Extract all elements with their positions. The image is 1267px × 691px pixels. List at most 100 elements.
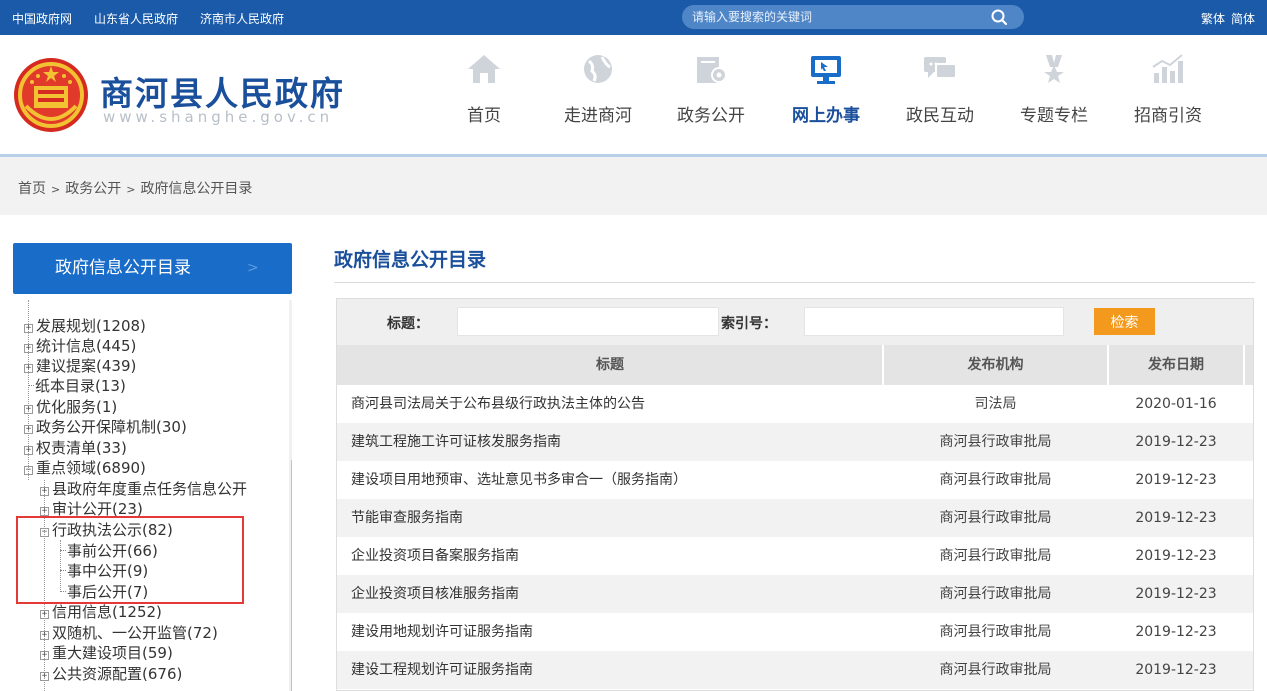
expand-icon[interactable]: + [40,610,49,619]
nav-gov-affairs[interactable]: 政务公开 [661,53,761,143]
nav-interaction[interactable]: 政民互动 [890,53,990,143]
row-date: 2019-12-23 [1135,586,1217,602]
traditional-chinese-link[interactable]: 繁体 [1201,10,1225,27]
table-row[interactable]: 企业投资项目备案服务指南 商河县行政审批局 2019-12-23 [337,537,1253,575]
row-date: 2020-01-16 [1135,396,1217,412]
table-row[interactable]: 企业投资项目核准服务指南 商河县行政审批局 2019-12-23 [337,575,1253,613]
tree-item[interactable]: + 政务公开保障机制(30) [24,417,187,437]
nav-label: 网上办事 [792,106,860,126]
search-input[interactable] [692,8,982,26]
row-title[interactable]: 节能审查服务指南 [351,499,881,537]
tree-item[interactable]: + 优化服务(1) [24,397,117,417]
column-divider [1243,345,1245,385]
national-emblem-icon [14,58,88,132]
nav-home[interactable]: 首页 [434,53,534,143]
row-title[interactable]: 建设用地规划许可证服务指南 [351,613,881,651]
breadcrumb-gov-affairs[interactable]: 政务公开 [65,181,121,197]
nav-special-topics[interactable]: 专题专栏 [1004,53,1104,143]
table-header: 标题 发布机构 发布日期 [337,345,1253,385]
row-title[interactable]: 建设项目用地预审、选址意见书多审合一（服务指南） [351,461,881,499]
expand-icon[interactable]: + [40,631,49,640]
row-title[interactable]: 建设工程规划许可证服务指南 [351,651,881,689]
column-publisher[interactable]: 发布机构 [884,345,1107,385]
expand-icon[interactable]: + [40,651,49,660]
nav-label: 专题专栏 [1020,106,1088,126]
row-title[interactable]: 商河县司法局关于公布县级行政执法主体的公告 [351,385,881,423]
nav-investment[interactable]: 招商引资 [1118,53,1218,143]
expand-icon[interactable]: + [24,344,33,353]
index-filter-label: 索引号： [721,316,777,332]
chat-icon [924,57,957,79]
tree-item[interactable]: 纸本目录(13) [28,376,126,396]
expand-icon[interactable]: + [40,672,49,681]
home-icon [468,55,500,83]
column-title[interactable]: 标题 [337,345,883,385]
breadcrumb-separator: > [126,183,136,196]
medal-icon [1044,55,1064,83]
row-date: 2019-12-23 [1135,624,1217,640]
tree-item[interactable]: − 重点领域(6890) [24,458,146,478]
expand-icon[interactable]: + [24,405,33,414]
sidebar-heading[interactable]: 政府信息公开目录 > [13,243,292,294]
title-filter-input[interactable] [457,307,719,336]
category-tree: ┈┈┈┈┈┈┈┈┈┈ +发展规划(1208) +统计信息(445) +建议提案(… [13,300,292,691]
nav-label: 政民互动 [906,106,974,126]
index-filter-input[interactable] [804,307,1064,336]
nav-online-services[interactable]: 网上办事 [776,53,876,143]
scroll-up-icon[interactable]: ▲ [289,306,292,318]
highlight-box [16,516,244,604]
row-title[interactable]: 建筑工程施工许可证核发服务指南 [351,423,881,461]
breadcrumb-catalog[interactable]: 政府信息公开目录 [140,181,252,197]
chart-up-icon [1152,54,1183,83]
table-row[interactable]: 建设用地规划许可证服务指南 商河县行政审批局 2019-12-23 [337,613,1253,651]
globe-icon [584,55,612,83]
title-filter-label: 标题： [387,316,429,332]
row-publisher: 商河县行政审批局 [939,662,1052,678]
breadcrumb-band: 首页 > 政务公开 > 政府信息公开目录 [0,157,1267,215]
nav-about-shanghe[interactable]: 走进商河 [548,53,648,143]
expand-icon[interactable]: + [24,425,33,434]
expand-icon[interactable]: + [40,487,49,496]
row-publisher: 商河县行政审批局 [939,472,1052,488]
page-title: 政府信息公开目录 [334,249,487,271]
tree-item[interactable]: + 权责清单(33) [24,438,127,458]
collapse-icon[interactable]: − [24,466,33,475]
link-central-gov[interactable]: 中国政府网 [12,10,72,27]
expand-icon[interactable]: + [24,446,33,455]
tree-item[interactable]: + 统计信息(445) [24,336,136,356]
row-title[interactable]: 企业投资项目核准服务指南 [351,575,881,613]
tree-scroll-thumb[interactable] [291,460,292,691]
tree-item[interactable]: + 县政府年度重点任务信息公开 [40,479,247,499]
tree-item[interactable]: + 发展规划(1208) [24,316,146,336]
tree-item-partial: ┈┈┈┈┈┈┈┈ [40,685,112,691]
breadcrumb-home[interactable]: 首页 [18,181,46,197]
tree-item[interactable]: + 建议提案(439) [24,356,136,376]
column-date[interactable]: 发布日期 [1109,345,1243,385]
tree-item[interactable]: + 双随机、一公开监管(72) [40,623,218,643]
expand-icon[interactable]: + [24,324,33,333]
search-box [682,5,1024,29]
table-row[interactable]: 建设工程规划许可证服务指南 商河县行政审批局 2019-12-23 [337,651,1253,689]
table-row[interactable]: 建设项目用地预审、选址意见书多审合一（服务指南） 商河县行政审批局 2019-1… [337,461,1253,499]
simplified-chinese-link[interactable]: 简体 [1231,10,1255,27]
breadcrumb-separator: > [51,183,61,196]
breadcrumb: 首页 > 政务公开 > 政府信息公开目录 [18,178,252,198]
search-icon[interactable] [990,8,1008,26]
tree-item[interactable]: + 重大建设项目(59) [40,643,173,663]
row-title[interactable]: 企业投资项目备案服务指南 [351,537,881,575]
table-row[interactable]: 节能审查服务指南 商河县行政审批局 2019-12-23 [337,499,1253,537]
search-button[interactable]: 检索 [1094,308,1155,335]
filter-row: 标题： 索引号： 检索 [337,299,1253,345]
table-row[interactable]: 建筑工程施工许可证核发服务指南 商河县行政审批局 2019-12-23 [337,423,1253,461]
link-jinan-gov[interactable]: 济南市人民政府 [200,10,284,27]
table-row[interactable]: 商河县司法局关于公布县级行政执法主体的公告 司法局 2020-01-16 [337,385,1253,423]
tree-branch [28,385,34,386]
row-date: 2019-12-23 [1135,510,1217,526]
link-shandong-gov[interactable]: 山东省人民政府 [94,10,178,27]
tree-item[interactable]: + 信用信息(1252) [40,602,162,622]
expand-icon[interactable]: + [40,507,49,516]
chevron-right-icon: > [247,260,259,276]
top-links: 中国政府网 山东省人民政府 济南市人民政府 [12,10,284,27]
tree-item[interactable]: + 公共资源配置(676) [40,664,182,684]
expand-icon[interactable]: + [24,364,33,373]
